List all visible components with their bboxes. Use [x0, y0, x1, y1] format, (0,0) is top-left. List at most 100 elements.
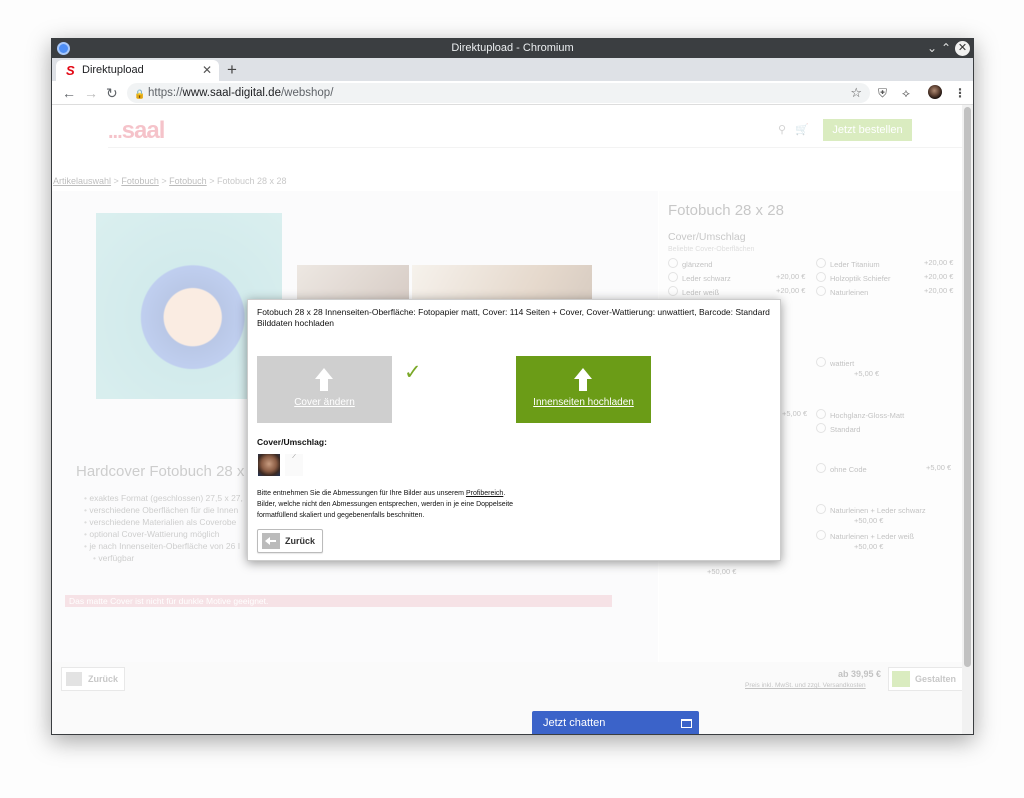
change-cover-button[interactable]: Cover ändern	[257, 356, 392, 423]
shield-extension-icon[interactable]: ⛨	[878, 84, 887, 102]
url-host: www.saal-digital.de	[182, 87, 281, 99]
product-title: Hardcover Fotobuch 28 x	[76, 463, 245, 480]
breadcrumb-item[interactable]: Fotobuch	[121, 176, 159, 186]
option-holzoptik[interactable]: Holzoptik Schiefer	[816, 272, 890, 283]
saal-favicon: S	[66, 63, 75, 78]
option-glaenzend[interactable]: glänzend	[668, 258, 712, 269]
feature-item-cont: verfügbar	[84, 552, 243, 564]
url-field[interactable]: 🔒 https://www.saal-digital.de/webshop/ ☆	[127, 83, 870, 103]
matte-warning: Das matte Cover ist nicht für dunkle Mot…	[65, 595, 612, 607]
option-leder-titanium[interactable]: Leder Titanium	[816, 258, 880, 269]
option-naturleinen-weiss[interactable]: Naturleinen + Leder weiß	[816, 530, 914, 541]
reload-icon[interactable]: ↻	[106, 84, 118, 102]
order-now-button[interactable]: Jetzt bestellen	[823, 119, 912, 141]
info-text-2: Bilder, welche nicht den Abmessungen ent…	[257, 501, 514, 508]
close-window-button[interactable]: ✕	[955, 41, 970, 56]
dimension-info: Bitte entnehmen Sie die Abmessungen für …	[257, 488, 513, 521]
minimize-icon[interactable]: ⌄	[927, 39, 937, 58]
footer-price-note[interactable]: Preis inkl. MwSt. und zzgl. Versandkoste…	[745, 682, 866, 689]
breadcrumb: Artikelauswahl > Fotobuch > Fotobuch > F…	[53, 176, 287, 186]
product-features: exaktes Format (geschlossen) 27,5 x 27, …	[84, 492, 243, 564]
forward-nav-icon[interactable]: →	[84, 84, 98, 102]
footer-gestalten-label: Gestalten	[915, 674, 957, 684]
back-nav-icon[interactable]: ←	[62, 84, 76, 102]
upload-dialog: Fotobuch 28 x 28 Innenseiten-Oberfläche:…	[247, 299, 781, 561]
feature-item: verschiedene Materialien als Coverobe	[84, 516, 243, 528]
option-barcode-standard[interactable]: Standard	[816, 423, 860, 434]
option-leder-weiss[interactable]: Leder weiß	[668, 286, 719, 297]
dialog-back-button[interactable]: Zurück	[257, 529, 323, 553]
maximize-icon[interactable]: ⌃	[941, 39, 951, 58]
web-content: ...saal ⚲ 🛒 Jetzt bestellen Artikelauswa…	[52, 105, 964, 734]
price-extra: +50,00 €	[707, 567, 737, 576]
footer-bar	[52, 662, 964, 734]
breadcrumb-sep: >	[113, 176, 119, 186]
price-leder-titanium: +20,00 €	[924, 258, 954, 267]
option-ohne-code[interactable]: ohne Code	[816, 463, 867, 474]
search-icon[interactable]: ⚲	[778, 124, 786, 136]
footer-back-button[interactable]: Zurück	[61, 667, 125, 691]
breadcrumb-sep: >	[209, 176, 215, 186]
arrow-left-icon	[66, 672, 82, 686]
option-hochglanz[interactable]: Hochglanz-Gloss-Matt	[816, 409, 904, 420]
tab-title: Direktupload	[82, 64, 144, 76]
header-divider	[108, 147, 964, 148]
saal-logo[interactable]: ...saal	[108, 117, 166, 145]
extension-icon[interactable]: ⟡	[902, 84, 910, 102]
upload-inner-pages-button[interactable]: Innenseiten hochladen	[516, 356, 651, 423]
option-leder-schwarz[interactable]: Leder schwarz	[668, 272, 731, 283]
feature-item: je nach Innenseiten-Oberfläche von 26 I	[84, 540, 243, 552]
footer-gestalten-button[interactable]: Gestalten	[888, 667, 964, 691]
cart-icon[interactable]: 🛒	[795, 124, 809, 136]
title-bar: Direktupload - Chromium ⌄ ⌃ ✕	[52, 39, 973, 58]
back-cover-thumbnail: ⟋	[285, 454, 303, 476]
profibereich-link[interactable]: Profibereich	[466, 490, 503, 497]
price-leder-weiss: +20,00 €	[776, 286, 806, 295]
breadcrumb-sep: >	[161, 176, 167, 186]
window-title: Direktupload - Chromium	[451, 42, 574, 54]
profile-avatar[interactable]	[928, 85, 942, 99]
url-path: /webshop/	[280, 87, 334, 99]
option-naturleinen[interactable]: Naturleinen	[816, 286, 868, 297]
info-text: Bitte entnehmen Sie die Abmessungen für …	[257, 490, 466, 497]
lock-icon: 🔒	[134, 89, 146, 99]
change-cover-label: Cover ändern	[294, 397, 355, 408]
price-mid: +5,00 €	[782, 409, 808, 418]
url-scheme: https://	[148, 87, 183, 99]
price-leder-schwarz: +20,00 €	[776, 272, 806, 281]
price-wattiert: +5,00 €	[854, 369, 880, 378]
upload-inner-pages-label: Innenseiten hochladen	[533, 397, 634, 408]
close-tab-icon[interactable]: ✕	[202, 60, 212, 81]
tab-direktupload[interactable]: S Direktupload ✕	[56, 60, 219, 81]
breadcrumb-item[interactable]: Artikelauswahl	[53, 176, 111, 186]
logo-dots: ...	[108, 121, 123, 143]
breadcrumb-item[interactable]: Fotobuch	[169, 176, 207, 186]
option-naturleinen-schwarz[interactable]: Naturleinen + Leder schwarz	[816, 504, 926, 515]
config-section: Cover/Umschlag	[668, 231, 746, 243]
scrollbar-thumb[interactable]	[964, 107, 971, 667]
arrow-left-icon	[262, 533, 280, 549]
address-bar-row: ← → ↻ 🔒 https://www.saal-digital.de/webs…	[52, 81, 973, 105]
dialog-product-summary: Fotobuch 28 x 28 Innenseiten-Oberfläche:…	[257, 307, 770, 317]
tab-strip: S Direktupload ✕ +	[52, 58, 973, 81]
page-scrollbar[interactable]	[962, 105, 973, 734]
breadcrumb-current: Fotobuch 28 x 28	[216, 176, 287, 186]
chat-widget-button[interactable]: Jetzt chatten	[532, 711, 699, 734]
feature-item: verschiedene Oberflächen für die Innen	[84, 504, 243, 516]
price-ohne-code: +5,00 €	[926, 463, 952, 472]
chat-window-icon	[681, 719, 692, 728]
price-naturleinen: +20,00 €	[924, 286, 954, 295]
option-wattiert[interactable]: wattiert	[816, 357, 854, 368]
feature-item: optional Cover-Wattierung möglich	[84, 528, 243, 540]
price-holzoptik: +20,00 €	[924, 272, 954, 281]
bookmark-star-icon[interactable]: ☆	[850, 83, 862, 103]
arrow-right-icon	[892, 671, 910, 687]
new-tab-button[interactable]: +	[227, 59, 237, 80]
menu-kebab-icon[interactable]: ⋮	[954, 84, 966, 102]
dialog-back-label: Zurück	[285, 536, 316, 546]
config-title: Fotobuch 28 x 28	[668, 202, 784, 219]
checkmark-icon: ✓	[404, 361, 422, 384]
info-period: .	[503, 490, 506, 497]
info-text-3: formatfüllend skaliert und gegebenenfall…	[257, 512, 425, 519]
logo-text: saal	[121, 117, 166, 144]
